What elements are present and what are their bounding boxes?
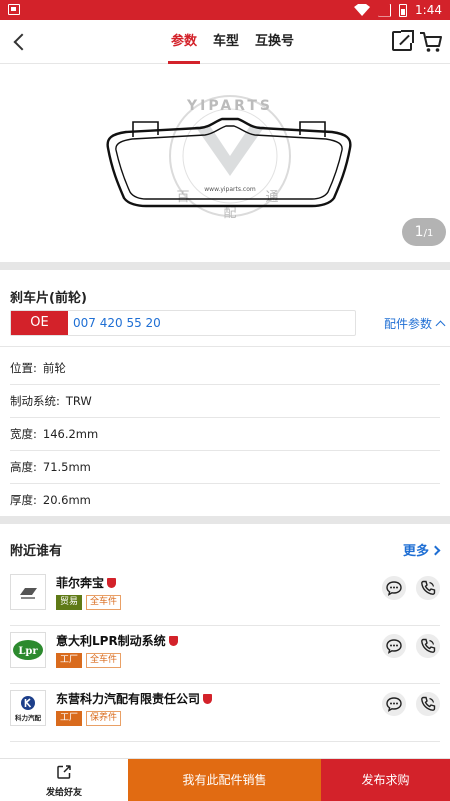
shop-tags: 贸易 全车件	[56, 595, 122, 610]
shop-name: 东营科力汽配有限责任公司	[56, 690, 213, 707]
watermark-brand: YIPARTS	[186, 98, 273, 114]
top-navigation-bar: 参数 车型 互换号	[0, 20, 450, 64]
watermark-char-right: 通	[265, 190, 278, 205]
chevron-right-icon	[430, 545, 441, 556]
spec-row-height: 高度: 71.5mm	[10, 451, 440, 484]
post-request-button[interactable]: 发布求购	[321, 759, 450, 801]
spec-row-brake-system: 制动系统: TRW	[10, 385, 440, 418]
send-to-friend-label: 发给好友	[45, 788, 82, 798]
shop-type-tag: 工厂	[56, 711, 83, 726]
tab-bar: 参数 车型 互换号	[168, 20, 297, 64]
spec-key: 制动系统:	[10, 394, 60, 408]
spec-row-width: 宽度: 146.2mm	[10, 418, 440, 451]
shop-type-tag: 贸易	[56, 595, 83, 610]
phone-icon[interactable]	[416, 576, 440, 600]
shop-scope-tag: 全车件	[86, 595, 122, 610]
spec-value: 71.5mm	[42, 460, 91, 474]
spec-row-thickness: 厚度: 20.6mm	[10, 484, 440, 517]
share-icon[interactable]	[392, 30, 414, 51]
spec-list: 位置: 前轮 制动系统: TRW 宽度: 146.2mm 高度: 71.5mm 厚度: 2…	[10, 352, 440, 517]
phone-icon[interactable]	[416, 692, 440, 716]
shop-logo-image: Lpr	[13, 640, 43, 660]
shop-logo: Lpr	[10, 632, 46, 668]
spec-value: 146.2mm	[42, 427, 99, 441]
chat-icon[interactable]	[382, 576, 406, 600]
part-params-toggle[interactable]: 配件参数	[384, 315, 446, 332]
spec-value: 前轮	[42, 361, 66, 375]
chat-icon[interactable]	[382, 692, 406, 716]
spec-value: 20.6mm	[42, 493, 91, 507]
spec-key: 位置:	[10, 361, 37, 375]
shop-tags: 工厂 全车件	[56, 653, 122, 668]
shop-logo-text: Lpr	[18, 646, 38, 657]
part-title: 刹车片(前轮)	[10, 291, 87, 306]
send-to-friend-button[interactable]: 发给好友	[0, 759, 128, 801]
cart-icon[interactable]	[419, 30, 443, 54]
part-image-area[interactable]: YIPARTS www.yiparts.com 百 配 通 1/1	[0, 64, 450, 262]
shop-type-tag: 工厂	[56, 653, 83, 668]
verified-shield-icon	[107, 578, 117, 588]
shop-name: 菲尔奔宝	[56, 574, 117, 591]
tab-models[interactable]: 车型	[210, 20, 242, 64]
chat-icon[interactable]	[382, 634, 406, 658]
watermark-char-bottom: 配	[223, 206, 236, 221]
tab-interchange[interactable]: 互换号	[252, 20, 297, 64]
notification-icon	[8, 4, 20, 15]
status-bar: 1:44	[0, 0, 450, 20]
shop-item[interactable]: Lpr 意大利LPR制动系统 工厂 全车件	[10, 626, 440, 684]
shop-scope-tag: 全车件	[86, 653, 122, 668]
wifi-icon	[354, 4, 371, 16]
shop-name-text: 意大利LPR制动系统	[56, 634, 166, 648]
shop-name-text: 东营科力汽配有限责任公司	[56, 692, 201, 706]
image-counter-total: 1	[426, 228, 434, 239]
chevron-up-icon	[435, 320, 446, 331]
tab-params[interactable]: 参数	[168, 20, 201, 64]
watermark-char-left: 百	[176, 190, 189, 205]
oe-label: OE	[11, 311, 68, 335]
shop-logo-text: 科力汽配	[15, 713, 42, 722]
status-icons: 1:44	[354, 2, 442, 18]
sell-part-button[interactable]: 我有此配件销售	[128, 759, 321, 801]
oe-number-box[interactable]: OE 007 420 55 20	[10, 310, 356, 336]
shop-logo-image: 科力汽配	[15, 696, 42, 722]
shop-scope-tag: 保养件	[86, 711, 122, 726]
part-params-label: 配件参数	[384, 317, 433, 331]
shop-logo-image	[20, 588, 37, 599]
bottom-action-bar: 发给好友 我有此配件销售 发布求购	[0, 758, 450, 801]
shop-logo: 科力汽配	[10, 690, 46, 726]
image-counter-current: 1	[414, 224, 424, 240]
shop-tags: 工厂 保养件	[56, 711, 122, 726]
oe-number[interactable]: 007 420 55 20	[73, 311, 161, 335]
battery-icon	[399, 3, 408, 17]
status-time: 1:44	[415, 3, 442, 17]
brake-pad-image: YIPARTS www.yiparts.com 百 配 通	[106, 95, 352, 221]
section-divider	[0, 516, 450, 524]
image-counter: 1/1	[402, 218, 446, 246]
back-arrow-icon[interactable]	[10, 32, 30, 52]
shop-name-text: 菲尔奔宝	[56, 576, 105, 590]
verified-shield-icon	[168, 636, 178, 646]
more-label: 更多	[403, 544, 430, 559]
phone-icon[interactable]	[416, 634, 440, 658]
signal-icon	[378, 3, 392, 17]
spec-value: TRW	[65, 394, 92, 408]
more-link[interactable]: 更多	[403, 540, 441, 559]
shop-item[interactable]: 科力汽配 东营科力汽配有限责任公司 工厂 保养件	[10, 684, 440, 742]
shop-logo	[10, 574, 46, 610]
spec-key: 高度:	[10, 460, 37, 474]
spec-key: 厚度:	[10, 493, 37, 507]
section-divider	[0, 262, 450, 270]
spec-row-position: 位置: 前轮	[10, 352, 440, 385]
nearby-title: 附近谁有	[10, 544, 63, 559]
share-icon	[57, 765, 71, 779]
verified-shield-icon	[203, 694, 213, 704]
shop-item[interactable]: 菲尔奔宝 贸易 全车件	[10, 568, 440, 626]
divider	[0, 346, 450, 347]
shop-name: 意大利LPR制动系统	[56, 632, 178, 649]
watermark-url: www.yiparts.com	[204, 186, 256, 193]
spec-key: 宽度:	[10, 427, 37, 441]
